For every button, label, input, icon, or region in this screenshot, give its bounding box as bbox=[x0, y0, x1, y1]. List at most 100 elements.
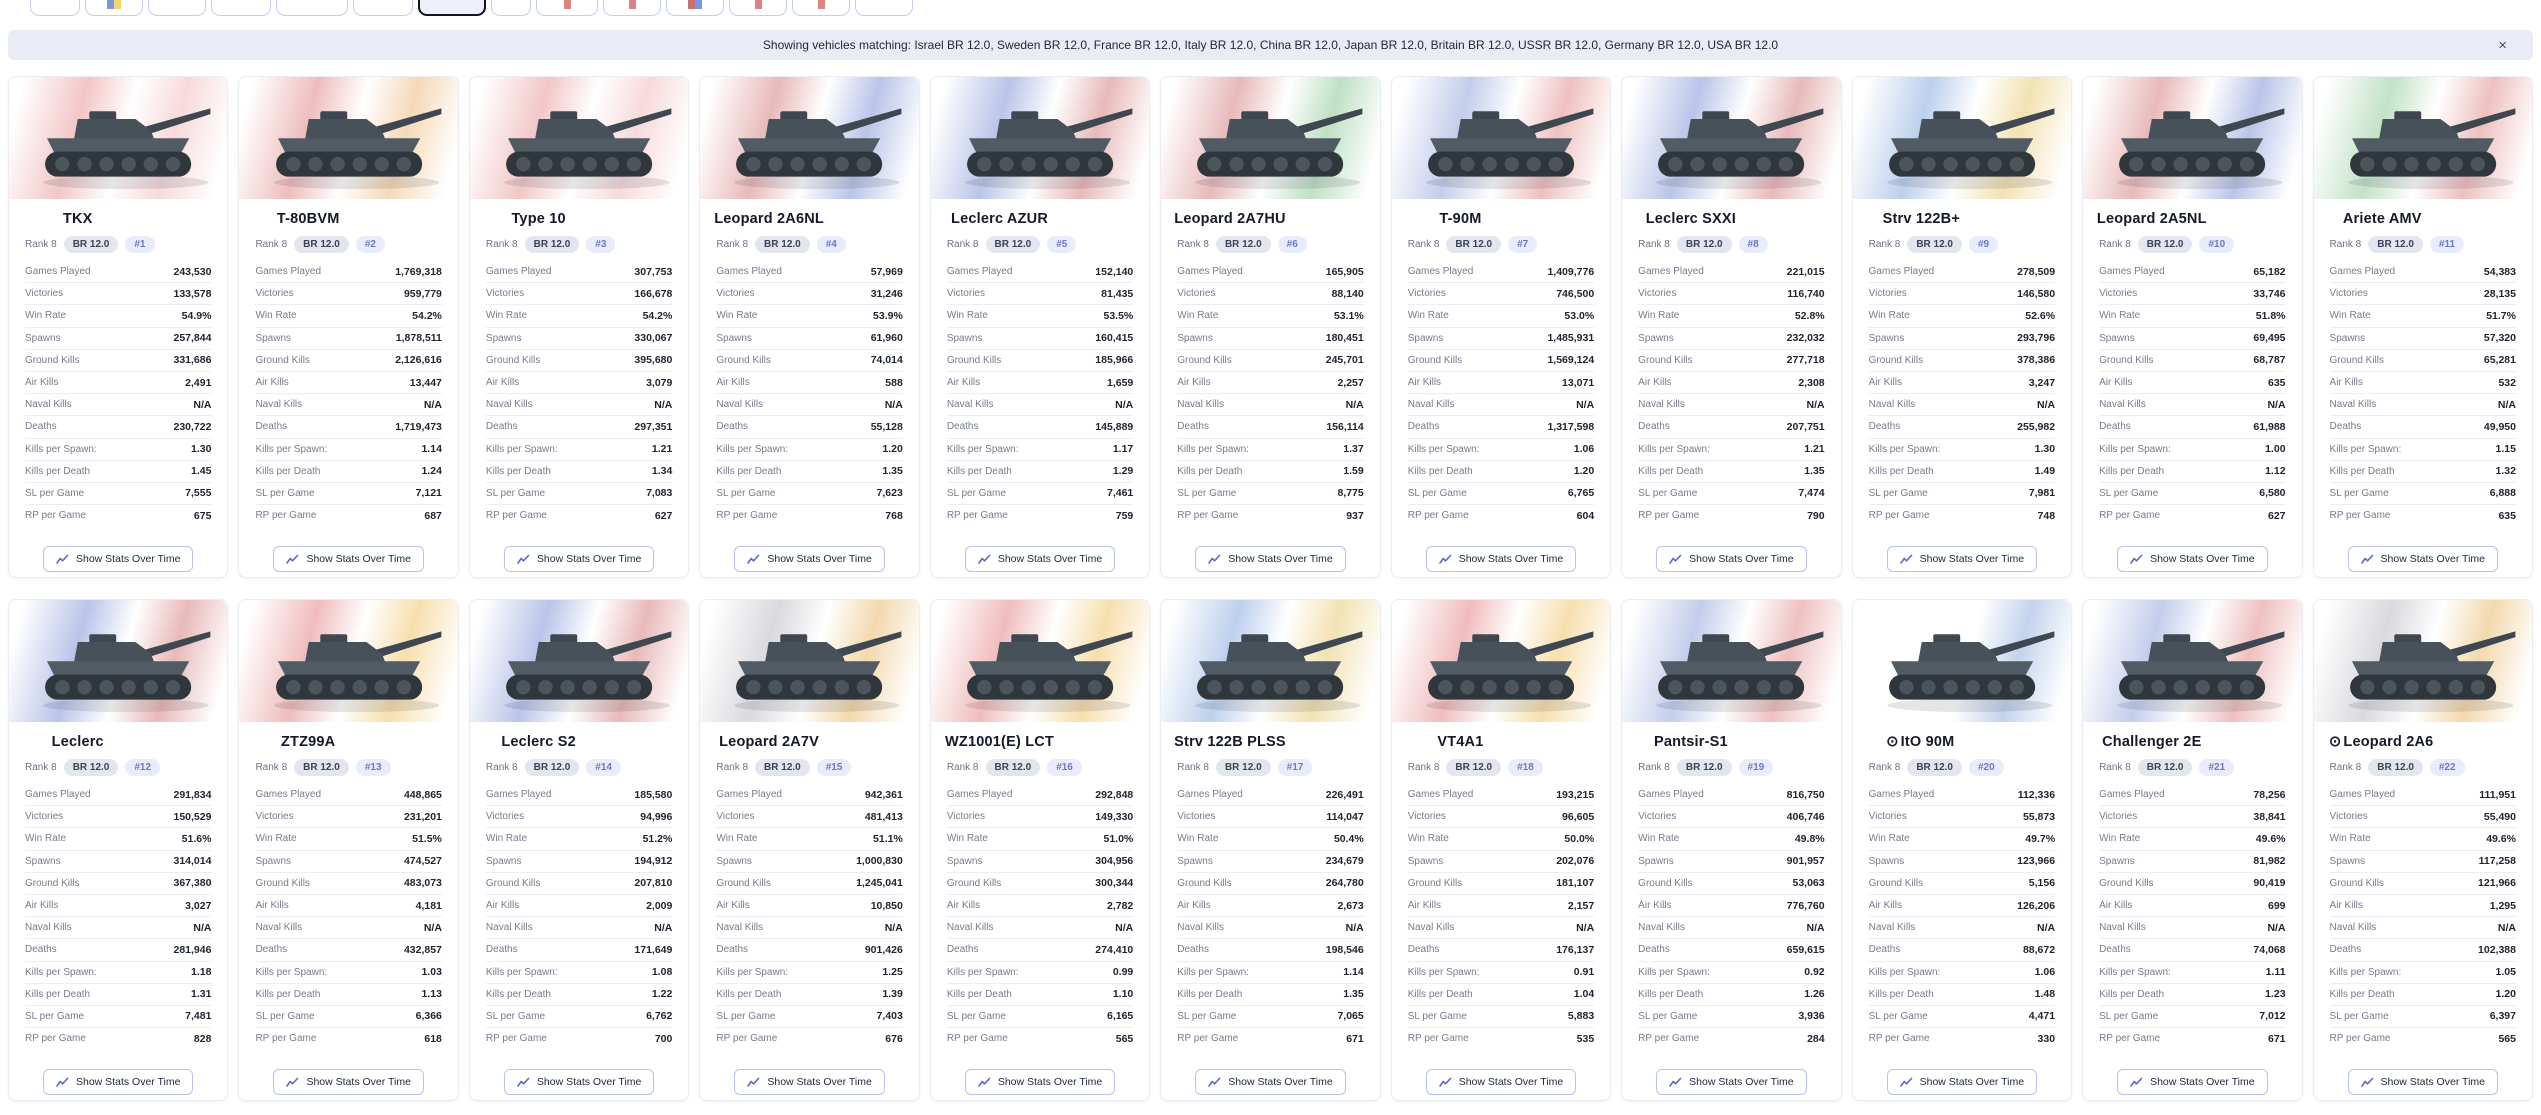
show-stats-over-time-button[interactable]: Show Stats Over Time bbox=[2348, 546, 2498, 572]
stat-label: Kills per Spawn: bbox=[25, 967, 97, 978]
stat-value: 152,140 bbox=[1095, 266, 1133, 278]
nation-filter-button[interactable] bbox=[30, 0, 80, 16]
show-stats-over-time-button[interactable]: Show Stats Over Time bbox=[2348, 1069, 2498, 1095]
show-stats-over-time-button[interactable]: Show Stats Over Time bbox=[273, 1069, 423, 1095]
stat-value: 231,201 bbox=[404, 811, 442, 823]
stat-label: Kills per Spawn: bbox=[947, 444, 1019, 455]
stat-row: Spawns160,415 bbox=[947, 328, 1133, 350]
show-stats-over-time-button[interactable]: Show Stats Over Time bbox=[1426, 1069, 1576, 1095]
stats-table: Games Played243,530Victories133,578Win R… bbox=[9, 261, 227, 526]
show-stats-over-time-button[interactable]: Show Stats Over Time bbox=[1887, 546, 2037, 572]
stat-row: Ground Kills331,686 bbox=[25, 350, 211, 372]
nation-filter-button[interactable] bbox=[85, 0, 143, 16]
stat-row: Win Rate53.0% bbox=[1408, 305, 1594, 327]
nation-filter-button[interactable] bbox=[855, 0, 913, 16]
show-stats-over-time-button[interactable]: Show Stats Over Time bbox=[1656, 546, 1806, 572]
stat-row: Win Rate50.0% bbox=[1408, 828, 1594, 850]
show-stats-over-time-button[interactable]: Show Stats Over Time bbox=[1195, 546, 1345, 572]
stat-row: Ground Kills277,718 bbox=[1638, 350, 1824, 372]
show-stats-over-time-button[interactable]: Show Stats Over Time bbox=[43, 1069, 193, 1095]
stat-label: RP per Game bbox=[486, 510, 547, 521]
stat-value: 126,206 bbox=[2017, 900, 2055, 912]
show-stats-over-time-button[interactable]: Show Stats Over Time bbox=[1887, 1069, 2037, 1095]
vehicle-card: TKX Rank 8 BR 12.0 #1 Games Played243,53… bbox=[8, 76, 228, 578]
nation-filter-button[interactable] bbox=[536, 0, 598, 16]
stat-row: Kills per Spawn:1.37 bbox=[1177, 439, 1363, 461]
stat-value: 55,490 bbox=[2484, 811, 2516, 823]
nation-filter-button[interactable] bbox=[353, 0, 413, 16]
nation-filter-button[interactable] bbox=[729, 0, 787, 16]
stat-row: Kills per Death1.10 bbox=[947, 984, 1133, 1006]
stat-row: Kills per Spawn:1.15 bbox=[2330, 439, 2516, 461]
stat-value: 51.8% bbox=[2256, 310, 2286, 322]
vehicle-card: Strv 122B+ Rank 8 BR 12.0 #9 Games Playe… bbox=[1852, 76, 2072, 578]
show-stats-over-time-label: Show Stats Over Time bbox=[1920, 1076, 2024, 1088]
stat-row: SL per Game7,981 bbox=[1869, 483, 2055, 505]
stat-row: Deaths297,351 bbox=[486, 416, 672, 438]
vehicle-card: Leopard 2A7V Rank 8 BR 12.0 #15 Games Pl… bbox=[699, 599, 919, 1101]
show-stats-over-time-button[interactable]: Show Stats Over Time bbox=[1426, 546, 1576, 572]
stats-table: Games Played111,951Victories55,490Win Ra… bbox=[2314, 784, 2532, 1049]
show-stats-over-time-button[interactable]: Show Stats Over Time bbox=[504, 546, 654, 572]
stat-label: Naval Kills bbox=[486, 399, 533, 410]
stat-label: SL per Game bbox=[255, 1011, 314, 1022]
nation-filter-button[interactable] bbox=[666, 0, 724, 16]
tank-icon bbox=[1405, 617, 1597, 713]
stat-label: RP per Game bbox=[716, 510, 777, 521]
stat-row: RP per Game700 bbox=[486, 1028, 672, 1049]
stat-value: 1.11 bbox=[2266, 966, 2286, 978]
show-stats-over-time-button[interactable]: Show Stats Over Time bbox=[43, 546, 193, 572]
show-stats-over-time-button[interactable]: Show Stats Over Time bbox=[2117, 546, 2267, 572]
nation-filter-button[interactable] bbox=[148, 0, 206, 16]
stat-row: Victories33,746 bbox=[2099, 283, 2285, 305]
stat-value: 88,672 bbox=[2023, 944, 2055, 956]
show-stats-over-time-button[interactable]: Show Stats Over Time bbox=[1195, 1069, 1345, 1095]
nation-filter-button[interactable] bbox=[276, 0, 348, 16]
stat-label: Win Rate bbox=[947, 833, 988, 844]
show-stats-over-time-button[interactable]: Show Stats Over Time bbox=[734, 546, 884, 572]
show-stats-over-time-label: Show Stats Over Time bbox=[1459, 553, 1563, 565]
show-stats-over-time-button[interactable]: Show Stats Over Time bbox=[734, 1069, 884, 1095]
stat-label: Spawns bbox=[1869, 856, 1905, 867]
stat-row: RP per Game635 bbox=[2330, 505, 2516, 526]
stat-value: 565 bbox=[1116, 1033, 1134, 1045]
show-stats-over-time-button[interactable]: Show Stats Over Time bbox=[273, 546, 423, 572]
show-stats-over-time-button[interactable]: Show Stats Over Time bbox=[965, 1069, 1115, 1095]
stat-row: Games Played226,491 bbox=[1177, 784, 1363, 806]
stat-label: Deaths bbox=[1408, 421, 1440, 432]
stat-row: Kills per Death1.32 bbox=[2330, 461, 2516, 483]
nation-filter-button[interactable] bbox=[418, 0, 486, 16]
stat-value: 7,012 bbox=[2259, 1010, 2285, 1022]
stat-value: 2,257 bbox=[1337, 377, 1363, 389]
stat-value: 4,181 bbox=[416, 900, 442, 912]
show-stats-over-time-button[interactable]: Show Stats Over Time bbox=[965, 546, 1115, 572]
stat-row: SL per Game4,471 bbox=[1869, 1006, 2055, 1028]
vehicle-name: Leclerc SXXI bbox=[1646, 211, 1736, 227]
br-badge: BR 12.0 bbox=[525, 759, 580, 776]
stat-label: Kills per Spawn: bbox=[2099, 967, 2171, 978]
stat-value: 7,403 bbox=[877, 1010, 903, 1022]
flag-icon bbox=[818, 0, 825, 12]
nation-filter-button[interactable] bbox=[211, 0, 271, 16]
nation-filter-button[interactable] bbox=[792, 0, 850, 16]
flag-icon bbox=[688, 0, 702, 12]
stat-row: Air Kills2,308 bbox=[1638, 372, 1824, 394]
show-stats-over-time-button[interactable]: Show Stats Over Time bbox=[504, 1069, 654, 1095]
close-icon[interactable]: × bbox=[2498, 30, 2507, 60]
show-stats-over-time-button[interactable]: Show Stats Over Time bbox=[1656, 1069, 1806, 1095]
stat-value: 31,246 bbox=[871, 288, 903, 300]
stat-label: Kills per Spawn: bbox=[2330, 444, 2402, 455]
nation-filter-button[interactable] bbox=[491, 0, 531, 16]
stat-row: Kills per Spawn:0.92 bbox=[1638, 962, 1824, 984]
stat-row: Games Played816,750 bbox=[1638, 784, 1824, 806]
stat-value: 0.99 bbox=[1113, 966, 1133, 978]
vehicle-name-row: VT4A1 bbox=[1392, 734, 1527, 750]
show-stats-over-time-button[interactable]: Show Stats Over Time bbox=[2117, 1069, 2267, 1095]
stat-label: Spawns bbox=[1408, 856, 1444, 867]
stat-label: SL per Game bbox=[486, 488, 545, 499]
stat-label: Kills per Death bbox=[1408, 466, 1473, 477]
stat-label: Ground Kills bbox=[2330, 355, 2384, 366]
nation-filter-button[interactable] bbox=[603, 0, 661, 16]
stat-label: Win Rate bbox=[2099, 310, 2140, 321]
stat-row: Kills per Death1.24 bbox=[255, 461, 441, 483]
